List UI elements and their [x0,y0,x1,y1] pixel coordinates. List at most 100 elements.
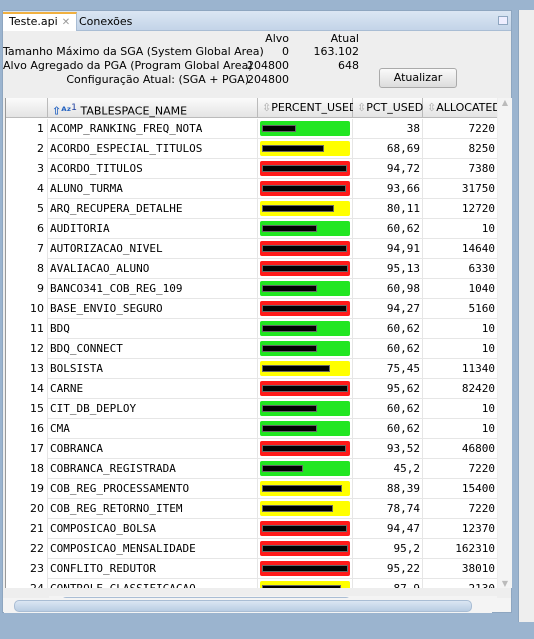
tablespace-name: CIT_DB_DEPLOY [48,399,258,419]
table-row[interactable]: 12 BDQ_CONNECT 60,62 10 [6,339,497,359]
usage-fill [262,145,324,152]
allocated: 2130 [423,579,497,588]
tablespace-name: ACOMP_RANKING_FREQ_NOTA [48,119,258,139]
tablespace-name: CONTROLE_CLASSIFICACAO [48,579,258,588]
table-row[interactable]: 20 COB_REG_RETORNO_ITEM 78,74 7220 [6,499,497,519]
pct-used: 60,62 [353,399,423,419]
allocated: 7220 [423,499,497,519]
allocated: 10 [423,219,497,239]
pct-used: 94,47 [353,519,423,539]
table-row[interactable]: 17 COBRANCA 93,52 46800 [6,439,497,459]
allocated: 11340 [423,359,497,379]
table-row[interactable]: 22 COMPOSICAO_MENSALIDADE 95,2 162310 [6,539,497,559]
col-alvo: Alvo [265,32,289,45]
pct-used: 45,2 [353,459,423,479]
table-row[interactable]: 19 COB_REG_PROCESSAMENTO 88,39 15400 [6,479,497,499]
table-row[interactable]: 16 CMA 60,62 10 [6,419,497,439]
usage-bar [260,141,350,156]
row-number: 13 [6,359,48,379]
header-allocated[interactable]: ⇳ALLOCATED [423,98,497,118]
allocated: 31750 [423,179,497,199]
usage-fill [262,405,317,412]
table-row[interactable]: 10 BASE_ENVIO_SEGURO 94,27 5160 [6,299,497,319]
tab-teste-api[interactable]: Teste.api ✕ [3,12,78,31]
row-number: 21 [6,519,48,539]
tablespace-name: BOLSISTA [48,359,258,379]
table-row[interactable]: 14 CARNE 95,62 82420 [6,379,497,399]
table-row[interactable]: 1 ACOMP_RANKING_FREQ_NOTA 38 7220 [6,119,497,139]
usage-bar [260,421,350,436]
table-row[interactable]: 9 BANCO341_COB_REG_109 60,98 1040 [6,279,497,299]
pct-used: 60,62 [353,319,423,339]
table-row[interactable]: 7 AUTORIZACAO_NIVEL 94,91 14640 [6,239,497,259]
scroll-down-icon[interactable]: ▼ [498,579,512,588]
scroll-thumb[interactable] [14,600,472,612]
close-icon[interactable]: ✕ [62,17,70,28]
percent-used-bar [258,259,353,279]
table-row[interactable]: 18 COBRANCA_REGISTRADA 45,2 7220 [6,459,497,479]
table-row[interactable]: 2 ACORDO_ESPECIAL_TITULOS 68,69 8250 [6,139,497,159]
tablespace-name: COMPOSICAO_MENSALIDADE [48,539,258,559]
row-number: 2 [6,139,48,159]
table-row[interactable]: 3 ACORDO_TITULOS 94,72 7380 [6,159,497,179]
allocated: 8250 [423,139,497,159]
tablespace-name: BASE_ENVIO_SEGURO [48,299,258,319]
row-number: 14 [6,379,48,399]
tab-conexoes[interactable]: Conexões [73,12,138,31]
pct-used: 93,66 [353,179,423,199]
pct-used: 60,62 [353,339,423,359]
allocated: 1040 [423,279,497,299]
row-number: 8 [6,259,48,279]
pct-used: 60,62 [353,419,423,439]
minimize-icon[interactable] [498,16,508,25]
table-row[interactable]: 23 CONFLITO_REDUTOR 95,22 38010 [6,559,497,579]
usage-bar [260,461,350,476]
table-row[interactable]: 21 COMPOSICAO_BOLSA 94,47 12370 [6,519,497,539]
header-percent-used[interactable]: ⇳PERCENT_USED [258,98,357,118]
sort-asc-icon: ⇧ᴬᶻ [52,104,72,118]
refresh-button[interactable]: Atualizar [379,68,457,88]
pct-used: 78,74 [353,499,423,519]
tab-bar: Teste.api ✕ Conexões [3,11,511,31]
allocated: 7220 [423,119,497,139]
header-pct-used[interactable]: ⇳PCT_USED [353,98,423,118]
pct-used: 94,72 [353,159,423,179]
table-row[interactable]: 8 AVALIACAO_ALUNO 95,13 6330 [6,259,497,279]
usage-fill [262,505,333,512]
allocated: 15400 [423,479,497,499]
percent-used-bar [258,319,353,339]
pct-used: 75,45 [353,359,423,379]
table-row[interactable]: 4 ALUNO_TURMA 93,66 31750 [6,179,497,199]
pct-used: 95,13 [353,259,423,279]
scroll-up-icon[interactable]: ▲ [498,98,512,107]
allocated: 6330 [423,259,497,279]
header-tablespace-name[interactable]: ⇧ᴬᶻ1 TABLESPACE_NAME [48,98,258,118]
row-number: 23 [6,559,48,579]
vertical-scrollbar[interactable]: ▲ ▼ [498,98,512,588]
usage-bar [260,521,350,536]
usage-fill [262,525,348,532]
table-row[interactable]: 6 AUDITORIA 60,62 10 [6,219,497,239]
table-row[interactable]: 5 ARQ_RECUPERA_DETALHE 80,11 12720 [6,199,497,219]
table-row[interactable]: 13 BOLSISTA 75,45 11340 [6,359,497,379]
percent-used-bar [258,239,353,259]
table-row[interactable]: 11 BDQ 60,62 10 [6,319,497,339]
allocated: 38010 [423,559,497,579]
usage-fill [262,425,317,432]
col-atual: Atual [330,32,359,45]
usage-fill [262,305,347,312]
usage-fill [262,245,348,252]
usage-bar [260,561,350,576]
total-label: Configuração Atual: (SGA + PGA) [66,73,249,86]
allocated: 82420 [423,379,497,399]
row-number-header [6,98,48,118]
row-number: 1 [6,119,48,139]
table-row[interactable]: 15 CIT_DB_DEPLOY 60,62 10 [6,399,497,419]
tablespace-name: COMPOSICAO_BOLSA [48,519,258,539]
sort-icon: ⇳ [262,101,272,114]
table-row[interactable]: 24CONTROLE_CLASSIFICACAO 87,92130 [6,579,497,588]
outer-horizontal-scrollbar[interactable] [4,599,492,613]
percent-used-bar [258,179,353,199]
usage-fill [262,285,317,292]
percent-used-bar [258,139,353,159]
